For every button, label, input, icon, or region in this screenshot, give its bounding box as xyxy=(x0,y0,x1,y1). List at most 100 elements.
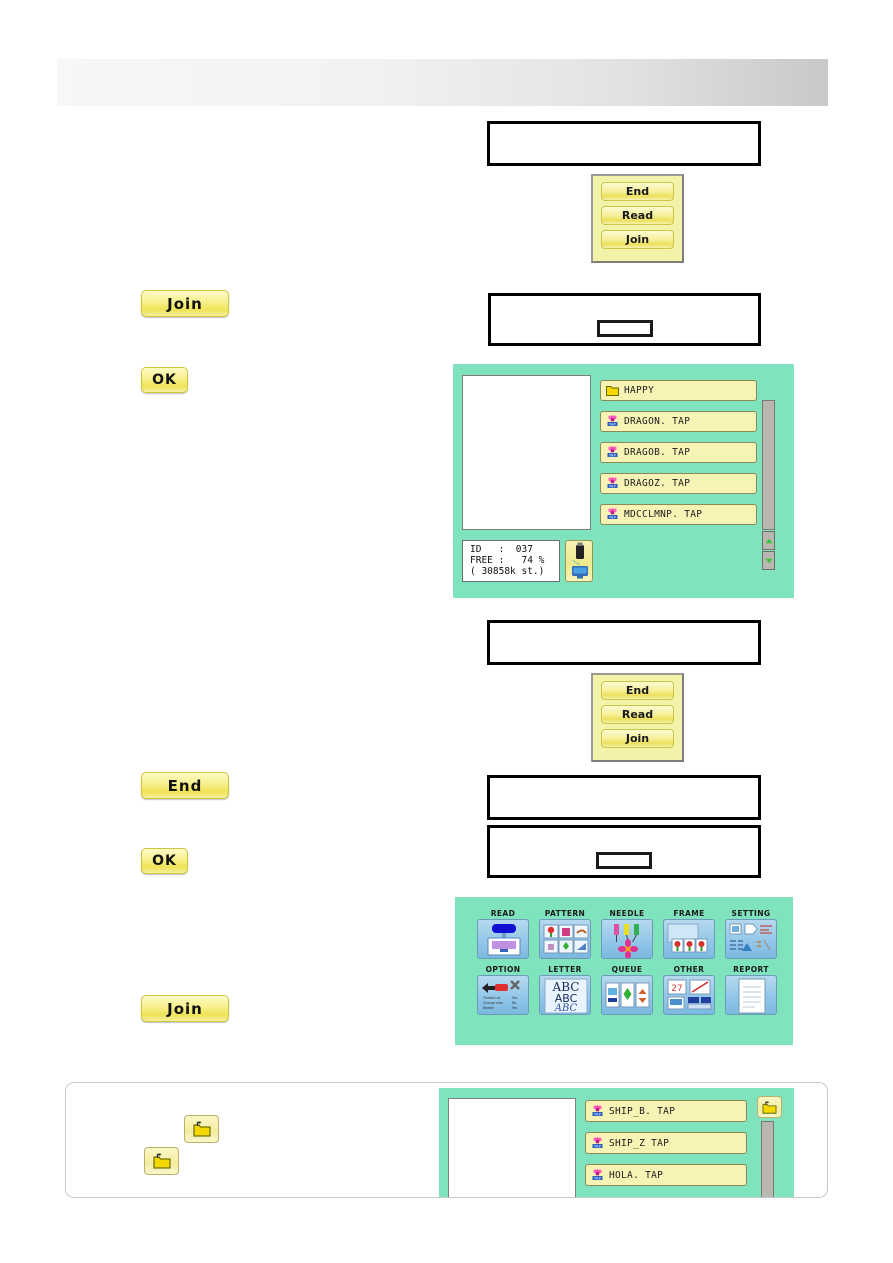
menu-label: FRAME xyxy=(673,909,705,918)
folder-up-icon xyxy=(762,1100,777,1114)
join-button-1[interactable]: Join xyxy=(141,290,229,317)
file-list-scrollbar[interactable] xyxy=(762,400,775,530)
message-dialog-5 xyxy=(487,825,761,878)
menu-item-frame[interactable]: FRAME xyxy=(663,909,715,959)
menu-label: READ xyxy=(490,909,516,918)
needle-icon xyxy=(601,919,653,959)
file-list: HAPPY TAP DRAGON. TAP TAP DRAGOB. TAP TA… xyxy=(600,380,757,525)
file-list-item-dragon[interactable]: TAP DRAGON. TAP xyxy=(600,411,757,432)
stack2-join-button[interactable]: Join xyxy=(601,729,674,748)
read-icon xyxy=(477,919,529,959)
menu-item-read[interactable]: READ xyxy=(477,909,529,959)
file-label: DRAGON. TAP xyxy=(624,416,691,427)
ok-button-1[interactable]: OK xyxy=(141,367,188,393)
note-file-item-ship-z[interactable]: TAP SHIP_Z TAP xyxy=(585,1132,747,1154)
menu-item-option[interactable]: OPTION Thread cut Yes Change max No Needle… xyxy=(477,965,529,1015)
file-browser-screen: HAPPY TAP DRAGON. TAP TAP DRAGOB. TAP TA… xyxy=(453,364,794,598)
note-preview-pane xyxy=(448,1098,576,1197)
menu-item-needle[interactable]: NEEDLE xyxy=(601,909,653,959)
tap-pattern-icon: TAP xyxy=(607,446,618,457)
pattern-preview-pane xyxy=(462,375,591,530)
option-icon: Thread cut Yes Change max No Needle Yes xyxy=(477,975,529,1015)
disk-info-box: ID : 037 FREE : 74 % ( 30858k st.) xyxy=(462,540,560,582)
folder-up-icon xyxy=(153,1153,170,1169)
note-file-item-hola[interactable]: TAP HOLA. TAP xyxy=(585,1164,747,1186)
menu-item-pattern[interactable]: PATTERN xyxy=(539,909,591,959)
svg-text:TAP: TAP xyxy=(608,422,616,426)
device-select-button[interactable] xyxy=(565,540,593,582)
stack1-read-button[interactable]: Read xyxy=(601,206,674,225)
file-list-item-happy[interactable]: HAPPY xyxy=(600,380,757,401)
note-file-list: TAP SHIP_B. TAP TAP SHIP_Z TAP TAP HOLA.… xyxy=(585,1100,747,1186)
tap-pattern-icon: TAP xyxy=(607,508,618,519)
letter-icon: ABC ABC ABC xyxy=(539,975,591,1015)
note-file-item-ship-b[interactable]: TAP SHIP_B. TAP xyxy=(585,1100,747,1122)
bottom-note-panel: TAP SHIP_B. TAP TAP SHIP_Z TAP TAP HOLA.… xyxy=(65,1082,828,1198)
scroll-down-button[interactable] xyxy=(762,551,775,570)
message-dialog-3 xyxy=(487,620,761,665)
tap-pattern-icon: TAP xyxy=(592,1105,603,1116)
file-label: DRAGOZ. TAP xyxy=(624,478,691,489)
stack1-end-button[interactable]: End xyxy=(601,182,674,201)
setting-icon xyxy=(725,919,777,959)
ok-button-2[interactable]: OK xyxy=(141,848,188,874)
svg-text:TAP: TAP xyxy=(608,453,616,457)
dialog-2-ok-placeholder[interactable] xyxy=(596,320,653,337)
tap-pattern-icon: TAP xyxy=(592,1169,603,1180)
svg-text:TAP: TAP xyxy=(593,1112,601,1116)
file-list-item-dragob[interactable]: TAP DRAGOB. TAP xyxy=(600,442,757,463)
note-file-browser-screen: TAP SHIP_B. TAP TAP SHIP_Z TAP TAP HOLA.… xyxy=(439,1088,794,1197)
stack2-end-button[interactable]: End xyxy=(601,681,674,700)
folder-up-icon xyxy=(193,1121,210,1137)
stack1-join-button[interactable]: Join xyxy=(601,230,674,249)
menu-label: LETTER xyxy=(548,965,582,974)
report-icon xyxy=(725,975,777,1015)
file-label: SHIP_Z TAP xyxy=(609,1137,670,1149)
menu-item-letter[interactable]: LETTER ABC ABC ABC xyxy=(539,965,591,1015)
folder-up-button-1[interactable] xyxy=(184,1115,219,1143)
menu-label: OTHER xyxy=(673,965,705,974)
svg-text:TAP: TAP xyxy=(593,1176,601,1180)
file-label: HOLA. TAP xyxy=(609,1169,664,1181)
svg-text:Thread cut: Thread cut xyxy=(482,996,501,1000)
menu-item-setting[interactable]: SETTING xyxy=(725,909,777,959)
scroll-up-button[interactable] xyxy=(762,531,775,550)
file-list-item-dragoz[interactable]: TAP DRAGOZ. TAP xyxy=(600,473,757,494)
page-header-bar xyxy=(57,59,828,106)
dialog-5-ok-placeholder[interactable] xyxy=(596,852,652,869)
menu-label: REPORT xyxy=(733,965,769,974)
menu-item-other[interactable]: OTHER 27 xyxy=(663,965,715,1015)
svg-text:No: No xyxy=(512,1001,516,1005)
menu-label: QUEUE xyxy=(611,965,643,974)
svg-text:Change max: Change max xyxy=(483,1001,503,1005)
menu-item-report[interactable]: REPORT xyxy=(725,965,777,1015)
join-button-2[interactable]: Join xyxy=(141,995,229,1022)
menu-label: OPTION xyxy=(485,965,521,974)
folder-icon xyxy=(606,386,619,396)
main-menu-screen: READ PATTERN NEEDLE FRAME SETTING OPTION… xyxy=(455,897,793,1045)
other-icon: 27 xyxy=(663,975,715,1015)
end-read-join-stack-1: End Read Join xyxy=(591,174,684,263)
svg-text:27: 27 xyxy=(671,984,682,994)
tap-pattern-icon: TAP xyxy=(592,1137,603,1148)
stack2-read-button[interactable]: Read xyxy=(601,705,674,724)
pattern-icon xyxy=(539,919,591,959)
message-dialog-2 xyxy=(488,293,761,346)
file-list-item-mdcclmnp[interactable]: TAP MDCCLMNP. TAP xyxy=(600,504,757,525)
end-read-join-stack-2: End Read Join xyxy=(591,673,684,762)
note-scrollbar[interactable] xyxy=(761,1121,774,1197)
menu-label: NEEDLE xyxy=(609,909,645,918)
tap-pattern-icon: TAP xyxy=(607,477,618,488)
usb-to-machine-icon xyxy=(572,542,588,579)
queue-icon xyxy=(601,975,653,1015)
folder-up-button-2[interactable] xyxy=(144,1147,179,1175)
menu-item-queue[interactable]: QUEUE xyxy=(601,965,653,1015)
svg-text:TAP: TAP xyxy=(593,1144,601,1148)
file-label: HAPPY xyxy=(624,385,655,396)
tap-pattern-icon: TAP xyxy=(607,415,618,426)
main-menu-grid: READ PATTERN NEEDLE FRAME SETTING OPTION… xyxy=(477,909,777,1015)
end-button-1[interactable]: End xyxy=(141,772,229,799)
file-label: DRAGOB. TAP xyxy=(624,447,691,458)
message-dialog-4 xyxy=(487,775,761,820)
note-folder-up-button[interactable] xyxy=(757,1096,782,1118)
